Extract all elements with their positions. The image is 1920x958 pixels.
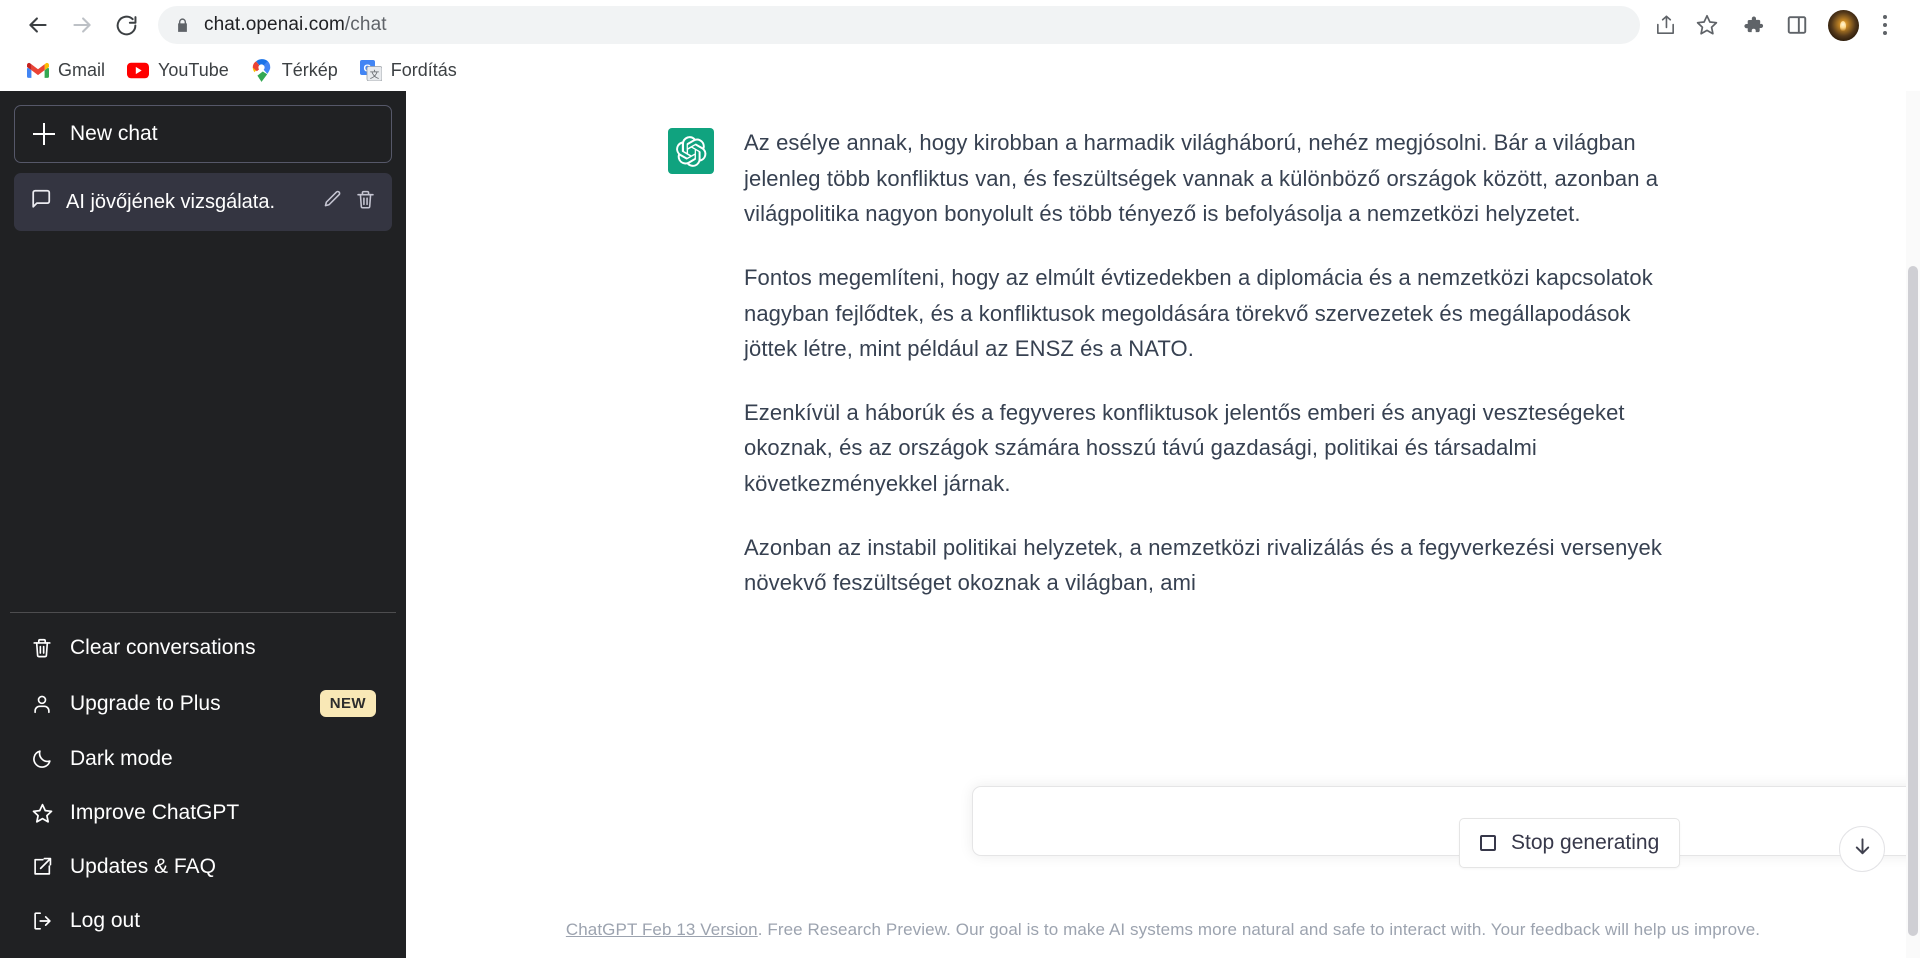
bookmark-button[interactable] [1686, 6, 1728, 44]
message-paragraph: Fontos megemlíteni, hogy az elmúlt évtiz… [744, 264, 1653, 362]
reload-icon [114, 13, 139, 38]
sidebar-menu: Clear conversations Upgrade to Plus NEW [10, 612, 396, 948]
youtube-icon [127, 60, 150, 82]
url-host: chat.openai.com [204, 14, 345, 35]
share-icon [1654, 14, 1677, 37]
sidebar-item-label: Improve ChatGPT [70, 801, 240, 824]
conversation-actions [322, 189, 376, 216]
puzzle-icon [1741, 13, 1765, 37]
omnibox-actions [1644, 6, 1728, 44]
google-translate-icon: G 文 [359, 60, 382, 82]
chat-scroll-area[interactable]: Az esélye annak, hogy kirobban a harmadi… [406, 91, 1920, 870]
bookmark-label: Fordítás [390, 60, 457, 80]
assistant-message: Az esélye annak, hogy kirobban a harmadi… [406, 91, 1920, 601]
three-dot-menu-icon [1883, 13, 1887, 37]
sidebar-item-upgrade-to-plus[interactable]: Upgrade to Plus NEW [14, 675, 392, 732]
person-icon [30, 692, 54, 716]
share-button[interactable] [1644, 6, 1686, 44]
new-chat-button[interactable]: New chat [14, 105, 392, 163]
sidebar-item-log-out[interactable]: Log out [14, 894, 392, 948]
page-scrollbar[interactable] [1906, 91, 1920, 958]
footer-disclaimer: . Free Research Preview. Our goal is to … [757, 920, 1761, 939]
browser-right-icons [1732, 5, 1902, 45]
composer-box[interactable] [972, 786, 1920, 856]
url-path: /chat [344, 14, 387, 35]
trash-icon [30, 636, 54, 660]
sidebar-item-label: Clear conversations [70, 636, 256, 659]
message-paragraph: Az esélye annak, hogy kirobban a harmadi… [744, 130, 1659, 227]
star-icon [30, 801, 54, 825]
message-paragraph: Ezenkívül a háborúk és a fegyveres konfl… [744, 399, 1625, 496]
star-icon [1695, 13, 1719, 37]
arrow-down-icon [1851, 835, 1874, 863]
bookmarks-bar: Gmail YouTube Térkép 文 Fordítás [0, 50, 1920, 91]
browser-toolbar: chat.openai.com/chat [0, 0, 1920, 50]
stop-square-icon [1480, 835, 1496, 851]
svg-text:文: 文 [370, 69, 380, 81]
forward-button[interactable] [62, 5, 102, 45]
sidebar-item-improve-chatgpt[interactable]: Improve ChatGPT [14, 786, 392, 840]
lock-icon [174, 17, 191, 34]
footer-note: ChatGPT Feb 13 Version. Free Research Pr… [406, 920, 1920, 940]
sidebar-item-label: Upgrade to Plus [70, 691, 221, 715]
profile-avatar [1827, 9, 1859, 41]
version-link[interactable]: ChatGPT Feb 13 Version [566, 920, 758, 939]
sidebar-item-updates-faq[interactable]: Updates & FAQ [14, 840, 392, 894]
message-text: Az esélye annak, hogy kirobban a harmadi… [744, 125, 1668, 601]
extensions-button[interactable] [1732, 5, 1774, 45]
moon-icon [30, 747, 54, 771]
forward-arrow-icon [69, 12, 95, 38]
logout-icon [30, 909, 54, 933]
google-maps-icon [251, 59, 273, 82]
message-input[interactable] [995, 809, 1920, 833]
new-chat-label: New chat [70, 122, 158, 145]
scroll-to-bottom-button[interactable] [1839, 826, 1885, 872]
back-arrow-icon [25, 12, 51, 38]
scrollbar-thumb[interactable] [1908, 266, 1918, 936]
reload-button[interactable] [106, 5, 146, 45]
profile-button[interactable] [1823, 5, 1863, 45]
bookmark-forditas[interactable]: G 文 Fordítás [349, 55, 468, 87]
sidebar-panel-icon [1786, 14, 1808, 36]
chat-bubble-icon [30, 188, 52, 216]
composer-area: ChatGPT Feb 13 Version. Free Research Pr… [406, 786, 1920, 958]
browser-menu-button[interactable] [1868, 5, 1902, 45]
address-bar[interactable]: chat.openai.com/chat [158, 6, 1640, 44]
openai-logo-icon [668, 128, 714, 174]
stop-generating-label: Stop generating [1511, 831, 1660, 854]
sidebar-item-label: Updates & FAQ [70, 855, 216, 878]
url-text: chat.openai.com/chat [204, 14, 387, 36]
sidebar-item-label: Log out [70, 909, 141, 932]
bookmark-label: Gmail [58, 60, 106, 80]
trash-icon[interactable] [355, 189, 376, 216]
back-button[interactable] [18, 5, 58, 45]
sidebar-item-label: Dark mode [70, 747, 173, 770]
bookmark-label: Térkép [281, 60, 338, 80]
sidebar-conversation-item[interactable]: AI jövőjének vizsgálata. [14, 173, 392, 231]
conversation-title: AI jövőjének vizsgálata. [66, 190, 276, 213]
chatgpt-page: New chat AI jövőjének vizsgálata. Clear … [0, 91, 1920, 958]
sidebar-item-clear-conversations[interactable]: Clear conversations [14, 621, 392, 675]
message-paragraph: Azonban az instabil politikai helyzetek,… [744, 534, 1662, 596]
side-panel-button[interactable] [1776, 5, 1818, 45]
bookmark-gmail[interactable]: Gmail [16, 55, 116, 87]
stop-generating-button[interactable]: Stop generating [1459, 818, 1681, 868]
bookmark-terkep[interactable]: Térkép [240, 55, 349, 87]
browser-chrome: chat.openai.com/chat Gmail YouTube Térké… [0, 0, 1920, 91]
bookmark-youtube[interactable]: YouTube [116, 55, 240, 87]
gmail-icon [27, 60, 49, 82]
plus-icon [33, 123, 55, 145]
bookmark-label: YouTube [158, 60, 229, 80]
chat-main: Az esélye annak, hogy kirobban a harmadi… [406, 91, 1920, 958]
sidebar: New chat AI jövőjének vizsgálata. Clear … [0, 91, 406, 958]
sidebar-item-dark-mode[interactable]: Dark mode [14, 732, 392, 786]
pencil-icon[interactable] [322, 189, 343, 216]
external-link-icon [30, 855, 54, 879]
status-badge: NEW [319, 690, 376, 717]
